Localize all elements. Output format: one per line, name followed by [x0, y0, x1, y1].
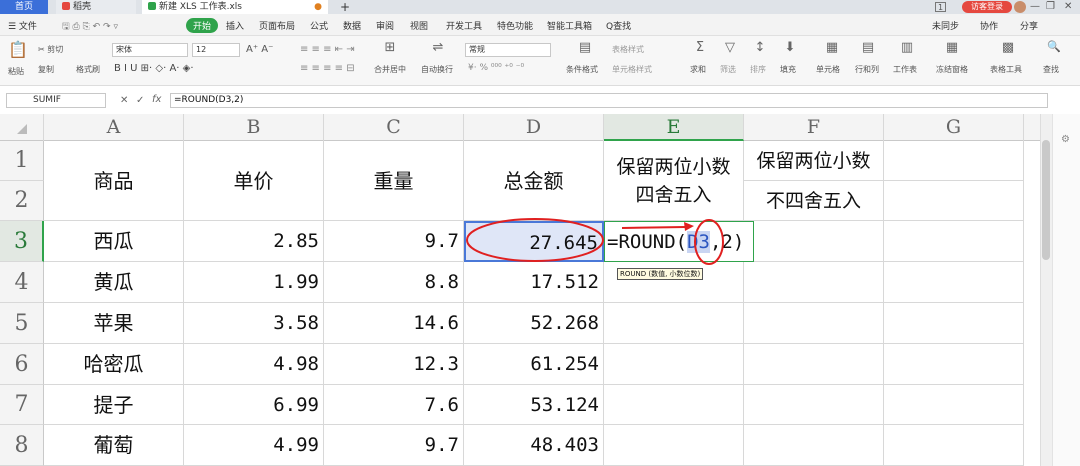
annotation-overlay — [466, 218, 724, 265]
reference-highlight-ellipse — [694, 219, 724, 265]
right-side-panel: ⚙ — [1052, 114, 1080, 466]
scrollbar-thumb[interactable] — [1042, 140, 1050, 260]
panel-settings-icon[interactable]: ⚙ — [1061, 134, 1070, 145]
total-highlight-ellipse — [466, 218, 604, 262]
annotation-arrow-head — [684, 222, 694, 231]
annotation-arrow-line — [621, 226, 687, 229]
